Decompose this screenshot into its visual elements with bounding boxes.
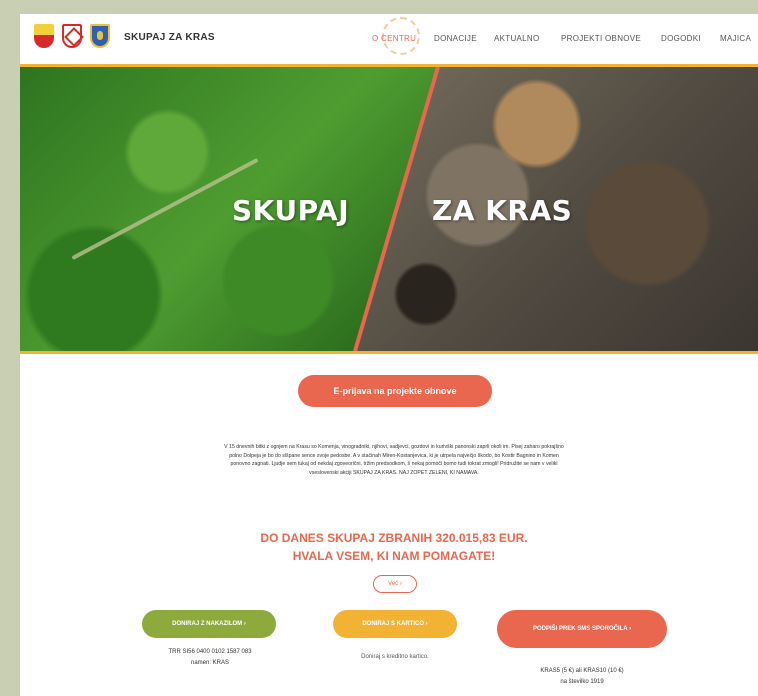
bank-transfer-info: TRR SI56 0400 0102 1587 083 namen: KRAS: [130, 647, 290, 669]
nav-item-dogodki[interactable]: DOGODKI: [661, 34, 701, 43]
apply-projects-button[interactable]: E-prijava na projekte obnove: [298, 375, 492, 407]
donation-total: DO DANES SKUPAJ ZBRANIH 320.015,83 EUR. …: [200, 529, 588, 565]
website-page: SKUPAJ ZA KRAS O CENTRU DONACIJE AKTUALN…: [20, 14, 758, 696]
hero-title-left: SKUPAJ: [232, 194, 350, 227]
brand-name[interactable]: SKUPAJ ZA KRAS: [124, 32, 215, 43]
municipality-crest-icon[interactable]: [62, 24, 82, 48]
nav-item-projekti-obnove[interactable]: PROJEKTI OBNOVE: [561, 34, 641, 43]
bank-account-line: TRR SI56 0400 0102 1587 083: [168, 649, 252, 655]
intro-paragraph: V 15 dnevnih bitki z ognjem na Krasu so …: [224, 444, 564, 476]
card-donation-info: Doniraj s kreditno kartico.: [361, 654, 429, 660]
donation-total-line: DO DANES SKUPAJ ZBRANIH 320.015,83 EUR.: [260, 531, 528, 545]
nav-item-o-centru[interactable]: O CENTRU: [372, 34, 416, 43]
nav-item-aktualno[interactable]: AKTUALNO: [494, 34, 540, 43]
sms-donation-info: KRAS5 (5 €) ali KRAS10 (10 €) na številk…: [502, 666, 662, 688]
thank-you-line: HVALA VSEM, KI NAM POMAGATE!: [292, 549, 496, 563]
municipality-crest-icon[interactable]: [34, 24, 54, 48]
nav-item-donacije[interactable]: DONACIJE: [434, 34, 477, 43]
hero-bottom-line: [20, 351, 758, 354]
more-button[interactable]: Več ›: [373, 575, 417, 593]
hero-title-right: ZA KRAS: [432, 194, 573, 227]
donate-bank-transfer-button[interactable]: DONIRAJ Z NAKAZILOM ›: [142, 610, 276, 638]
donate-sms-button[interactable]: PODPIŠI PREK SMS SPOROČILA ›: [497, 610, 667, 648]
bank-purpose-line: namen: KRAS: [190, 660, 230, 666]
nav-item-majica[interactable]: MAJICA: [720, 34, 751, 43]
municipality-crest-icon[interactable]: [90, 24, 110, 48]
donate-card-button[interactable]: DONIRAJ S KARTICO ›: [333, 610, 457, 638]
site-header: SKUPAJ ZA KRAS O CENTRU DONACIJE AKTUALN…: [20, 14, 758, 64]
sms-keywords-line: KRAS5 (5 €) ali KRAS10 (10 €): [540, 668, 624, 674]
sms-number-line: na številko 1919: [560, 679, 604, 685]
hero-banner: SKUPAJ ZA KRAS: [20, 67, 758, 351]
